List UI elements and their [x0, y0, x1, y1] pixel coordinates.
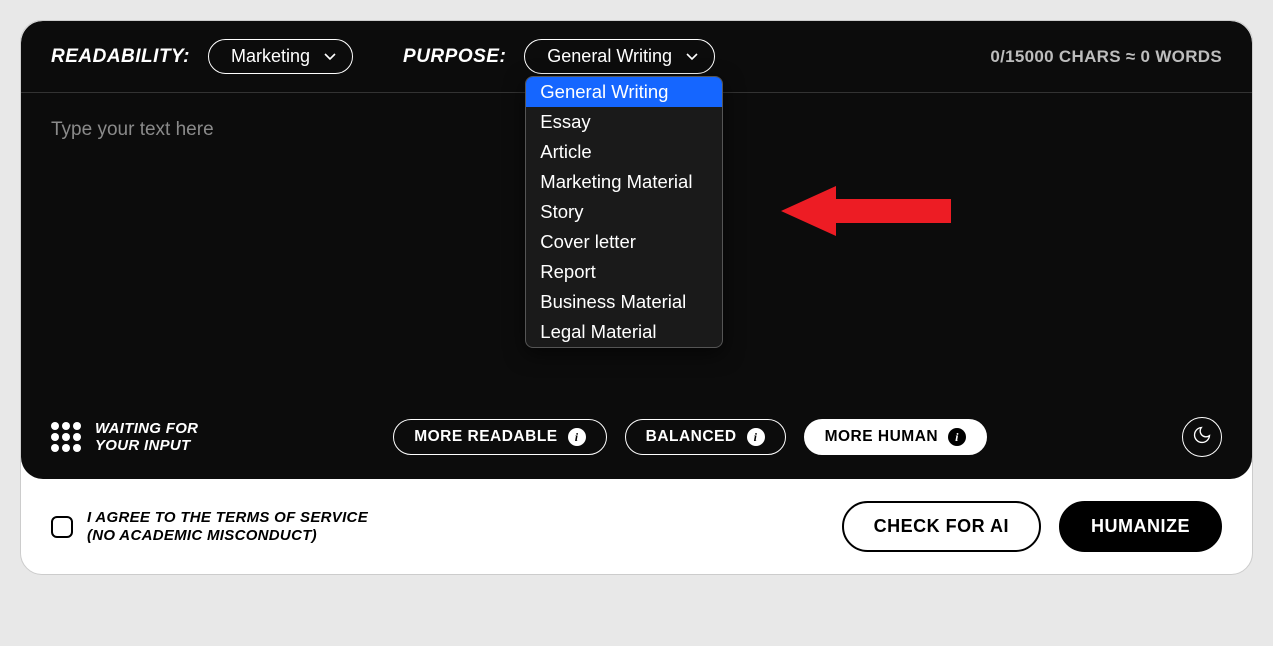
purpose-option[interactable]: Legal Material [526, 317, 722, 347]
loading-dots-icon [51, 422, 81, 452]
info-icon: i [747, 428, 765, 446]
tos-line-1: I AGREE TO THE TERMS OF SERVICE [87, 509, 368, 527]
bottom-bar: WAITING FOR YOUR INPUT MORE READABLE i B… [21, 403, 1252, 479]
mode-label: MORE HUMAN [825, 428, 939, 446]
purpose-option[interactable]: Cover letter [526, 227, 722, 257]
purpose-dropdown: General Writing Essay Article Marketing … [525, 76, 723, 348]
chevron-down-icon [686, 53, 698, 61]
purpose-option[interactable]: Article [526, 137, 722, 167]
editor-panel: READABILITY: Marketing PURPOSE: General … [21, 21, 1252, 479]
status-text: WAITING FOR YOUR INPUT [95, 420, 198, 455]
tos-agreement: I AGREE TO THE TERMS OF SERVICE (NO ACAD… [51, 509, 368, 545]
purpose-value: General Writing [547, 46, 672, 67]
readability-select[interactable]: Marketing [208, 39, 353, 74]
char-count: 0/15000 CHARS ≈ 0 WORDS [990, 47, 1222, 67]
moon-icon [1192, 425, 1212, 450]
theme-toggle-button[interactable] [1182, 417, 1222, 457]
purpose-option[interactable]: Marketing Material [526, 167, 722, 197]
footer-bar: I AGREE TO THE TERMS OF SERVICE (NO ACAD… [21, 479, 1252, 574]
mode-buttons: MORE READABLE i BALANCED i MORE HUMAN i [393, 419, 987, 455]
tos-text: I AGREE TO THE TERMS OF SERVICE (NO ACAD… [87, 509, 368, 545]
mode-label: MORE READABLE [414, 428, 557, 446]
tos-checkbox[interactable] [51, 516, 73, 538]
purpose-option[interactable]: General Writing [526, 77, 722, 107]
status-line-2: YOUR INPUT [95, 437, 198, 454]
purpose-option[interactable]: Essay [526, 107, 722, 137]
status-line-1: WAITING FOR [95, 420, 198, 437]
purpose-option[interactable]: Story [526, 197, 722, 227]
readability-label: READABILITY: [51, 46, 190, 68]
purpose-option[interactable]: Report [526, 257, 722, 287]
info-icon: i [568, 428, 586, 446]
check-for-ai-button[interactable]: CHECK FOR AI [842, 501, 1041, 552]
purpose-select[interactable]: General Writing General Writing Essay Ar… [524, 39, 715, 74]
app-container: READABILITY: Marketing PURPOSE: General … [20, 20, 1253, 575]
purpose-option[interactable]: Business Material [526, 287, 722, 317]
mode-label: BALANCED [646, 428, 737, 446]
chevron-down-icon [324, 53, 336, 61]
tos-line-2: (NO ACADEMIC MISCONDUCT) [87, 527, 368, 545]
purpose-group: PURPOSE: General Writing General Writing… [403, 39, 715, 74]
top-bar: READABILITY: Marketing PURPOSE: General … [21, 21, 1252, 93]
annotation-arrow-icon [781, 181, 951, 246]
readability-value: Marketing [231, 46, 310, 67]
purpose-label: PURPOSE: [403, 46, 506, 68]
info-icon: i [948, 428, 966, 446]
text-placeholder: Type your text here [51, 119, 214, 140]
balanced-button[interactable]: BALANCED i [625, 419, 786, 455]
more-readable-button[interactable]: MORE READABLE i [393, 419, 606, 455]
more-human-button[interactable]: MORE HUMAN i [804, 419, 988, 455]
humanize-button[interactable]: HUMANIZE [1059, 501, 1222, 552]
